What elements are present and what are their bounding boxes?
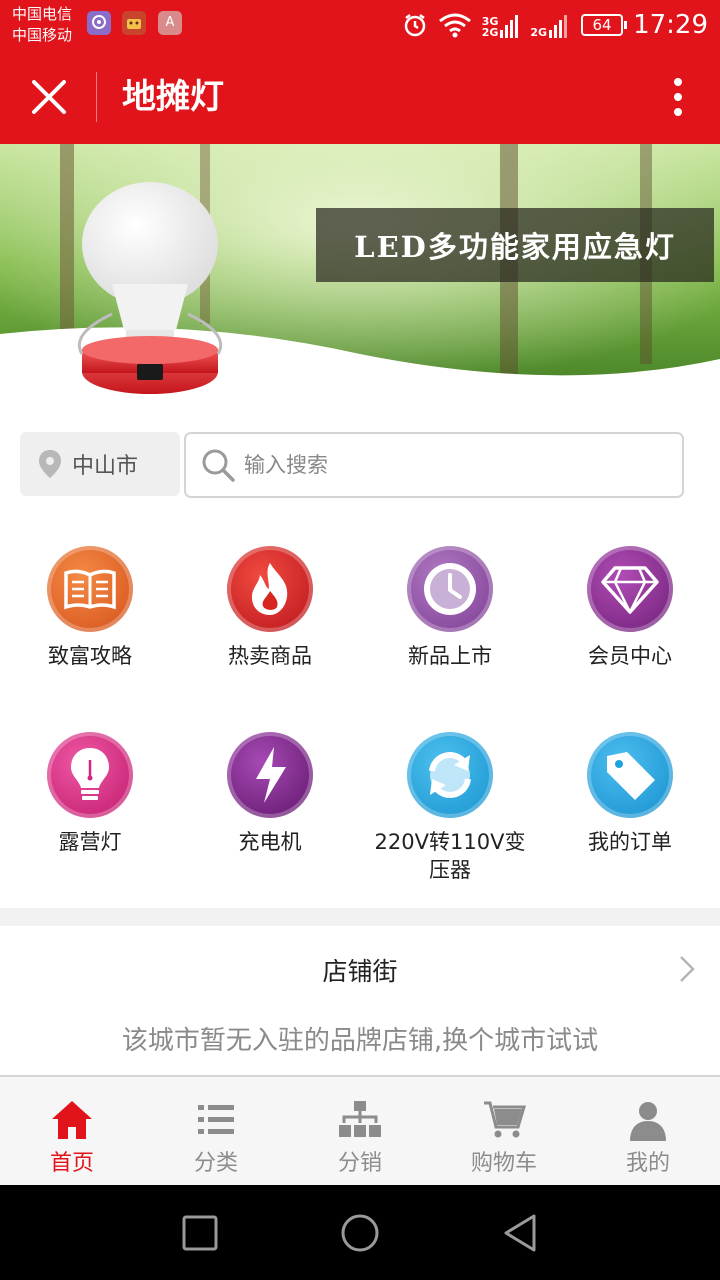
carrier-2: 中国移动 xyxy=(12,26,73,44)
search-input[interactable] xyxy=(244,453,664,477)
network-type-2: 2G xyxy=(481,26,499,39)
grid-label: 220V转110V变压器 xyxy=(374,830,526,882)
city-label: 中山市 xyxy=(72,454,139,479)
hierarchy-icon xyxy=(339,1101,381,1137)
close-button[interactable] xyxy=(26,74,72,120)
status-icons: 3G 2G 2G 64 17:29 xyxy=(402,9,708,41)
grid-item-new-arrivals[interactable]: 新品上市 xyxy=(360,546,540,670)
carrier-info: 中国电信 中国移动 xyxy=(12,4,72,46)
back-button[interactable] xyxy=(500,1213,540,1253)
promo-banner[interactable]: LED多功能家用应急灯 xyxy=(0,144,720,410)
nav-label: 分类 xyxy=(193,1151,238,1176)
recents-button[interactable] xyxy=(180,1213,220,1253)
grid-item-hot-products[interactable]: 热卖商品 xyxy=(180,546,360,670)
wifi-icon xyxy=(438,13,471,38)
grid-label: 致富攻略 xyxy=(48,644,132,668)
app-a-icon: A xyxy=(158,11,182,35)
grid-item-camping-lamp[interactable]: 露营灯 xyxy=(0,732,180,856)
search-bar[interactable] xyxy=(184,432,684,498)
home-icon xyxy=(52,1101,92,1139)
tag-icon xyxy=(587,732,673,818)
signal-bars-1-icon xyxy=(500,15,519,38)
nav-label: 分销 xyxy=(337,1151,382,1176)
section-divider xyxy=(0,908,720,926)
home-button[interactable] xyxy=(340,1213,380,1253)
close-icon xyxy=(32,80,66,114)
grid-label: 新品上市 xyxy=(408,644,492,668)
location-pin-icon xyxy=(39,450,61,478)
grid-item-voltage-converter[interactable]: 220V转110V变压器 xyxy=(360,732,540,884)
user-icon xyxy=(630,1102,666,1141)
alarm-icon xyxy=(404,14,425,37)
battery-indicator: 64 xyxy=(581,14,628,36)
more-vertical-icon xyxy=(674,78,682,116)
signal-bars-2-icon xyxy=(549,15,568,38)
status-bar: 中国电信 中国移动 A 3G 2G 2G 64 17:29 xyxy=(0,0,720,50)
network-type-3: 2G xyxy=(530,26,548,39)
system-navigation-bar xyxy=(0,1185,720,1280)
cart-icon xyxy=(484,1101,526,1138)
shop-street-empty-message: 该城市暂无入驻的品牌店铺,换个城市试试 xyxy=(121,1026,599,1056)
title-divider xyxy=(96,72,97,122)
diamond-icon xyxy=(587,546,673,632)
list-icon xyxy=(198,1105,234,1134)
banner-text: LED多功能家用应急灯 xyxy=(354,230,676,264)
shop-street-title: 店铺街 xyxy=(322,957,398,986)
carrier-1: 中国电信 xyxy=(12,5,73,23)
city-selector[interactable]: 中山市 xyxy=(20,432,180,496)
nav-label: 购物车 xyxy=(470,1151,537,1176)
grid-item-charger[interactable]: 充电机 xyxy=(180,732,360,856)
map-app-icon xyxy=(87,11,111,35)
game-app-icon xyxy=(122,11,146,35)
grid-item-member-center[interactable]: 会员中心 xyxy=(540,546,720,670)
grid-label: 会员中心 xyxy=(588,644,672,668)
more-options-button[interactable] xyxy=(666,76,690,120)
lightbulb-icon xyxy=(47,732,133,818)
grid-label: 热卖商品 xyxy=(228,644,312,668)
banner-caption: LED多功能家用应急灯 xyxy=(316,208,714,282)
nav-home[interactable]: 首页 xyxy=(0,1077,144,1185)
grid-item-wealth-guide[interactable]: 致富攻略 xyxy=(0,546,180,670)
nav-distribution[interactable]: 分销 xyxy=(288,1077,432,1185)
clock-icon xyxy=(407,546,493,632)
flame-icon xyxy=(227,546,313,632)
page-title: 地摊灯 xyxy=(122,77,224,117)
bottom-navigation: 首页 分类 分销 购物车 我的 xyxy=(0,1075,720,1185)
grid-label: 我的订单 xyxy=(588,830,672,854)
nav-cart[interactable]: 购物车 xyxy=(432,1077,576,1185)
search-icon xyxy=(202,449,235,482)
grid-item-my-orders[interactable]: 我的订单 xyxy=(540,732,720,856)
lightning-icon xyxy=(227,732,313,818)
title-bar: 地摊灯 xyxy=(0,50,720,144)
nav-category[interactable]: 分类 xyxy=(144,1077,288,1185)
grid-label: 充电机 xyxy=(238,830,302,854)
nav-label: 首页 xyxy=(49,1151,94,1176)
signal-2: 2G xyxy=(530,12,571,38)
grid-label: 露营灯 xyxy=(58,830,122,854)
refresh-icon xyxy=(407,732,493,818)
shop-street-header[interactable]: 店铺街 xyxy=(0,928,720,1010)
clock: 17:29 xyxy=(633,10,708,40)
chevron-right-icon xyxy=(680,956,695,982)
signal-1: 3G 2G xyxy=(482,12,521,38)
nav-profile[interactable]: 我的 xyxy=(576,1077,720,1185)
book-icon xyxy=(47,546,133,632)
nav-label: 我的 xyxy=(625,1151,670,1176)
